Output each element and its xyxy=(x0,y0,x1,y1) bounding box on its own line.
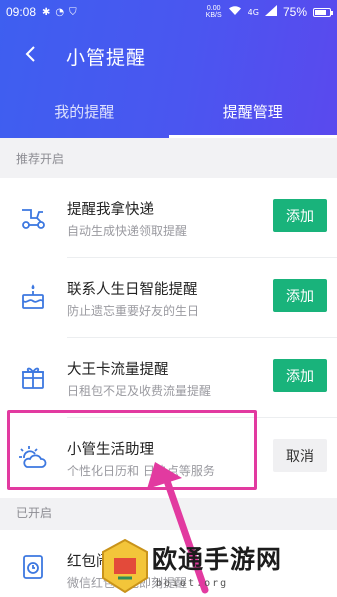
scooter-icon xyxy=(18,202,48,232)
watermark-text: 欧通手游网 xyxy=(152,545,283,574)
item-name: 联系人生日智能提醒 xyxy=(67,282,198,298)
network-speed: 0.00 KB/S xyxy=(205,5,222,19)
network-type: 4G xyxy=(247,7,259,17)
status-right: 0.00 KB/S 4G 75% xyxy=(205,5,333,19)
status-bar: 09:08 ✱ ◔ ⛉ 0.00 KB/S 4G 75% xyxy=(0,0,337,24)
battery-percent: 75% xyxy=(282,5,307,19)
highlight-box xyxy=(7,410,257,490)
item-desc: 自动生成快递领取提醒 xyxy=(67,224,188,238)
section-enabled: 已开启 xyxy=(16,506,53,520)
cake-icon xyxy=(18,282,48,312)
status-time: 09:08 xyxy=(6,5,37,19)
tab-reminder-management[interactable]: 提醒管理 xyxy=(168,96,337,138)
page-title: 小管提醒 xyxy=(66,46,147,69)
tab-bar: 我的提醒 提醒管理 xyxy=(0,96,337,138)
add-button[interactable]: 添加 xyxy=(273,279,327,312)
status-left-icons: ✱ ◔ ⛉ xyxy=(42,7,77,18)
cancel-button[interactable]: 取消 xyxy=(273,439,327,472)
add-button[interactable]: 添加 xyxy=(273,199,327,232)
item-name: 提醒我拿快递 xyxy=(67,202,154,218)
item-desc: 日租包不足及收费流量提醒 xyxy=(67,384,212,398)
watermark-url: boiot.org xyxy=(156,578,229,589)
add-button[interactable]: 添加 xyxy=(273,359,327,392)
section-recommended: 推荐开启 xyxy=(16,152,65,166)
watermark: 欧通手游网 boiot.org xyxy=(100,536,337,597)
back-arrow-icon[interactable] xyxy=(24,45,42,68)
wifi-icon xyxy=(228,5,242,19)
app-header: 09:08 ✱ ◔ ⛉ 0.00 KB/S 4G 75% 小管提醒 我的提醒 提… xyxy=(0,0,337,138)
alarm-icon: ◔ xyxy=(55,6,65,18)
watermark-logo-icon xyxy=(102,538,148,594)
tab-my-reminders[interactable]: 我的提醒 xyxy=(0,96,169,138)
battery-icon xyxy=(313,7,333,17)
bluetooth-icon: ✱ xyxy=(42,6,51,18)
shield-icon: ⛉ xyxy=(69,6,77,18)
item-desc: 防止遗忘重要好友的生日 xyxy=(67,304,200,318)
list-item-birthday[interactable]: 联系人生日智能提醒 防止遗忘重要好友的生日 添加 xyxy=(0,258,337,338)
title-bar: 小管提醒 xyxy=(0,38,337,74)
gift-icon xyxy=(18,362,48,392)
signal-icon xyxy=(264,5,277,19)
list-item-data-plan[interactable]: 大王卡流量提醒 日租包不足及收费流量提醒 添加 xyxy=(0,338,337,418)
item-name: 大王卡流量提醒 xyxy=(67,362,169,378)
clock-icon xyxy=(18,552,48,582)
list-item-express[interactable]: 提醒我拿快递 自动生成快递领取提醒 添加 xyxy=(0,178,337,258)
